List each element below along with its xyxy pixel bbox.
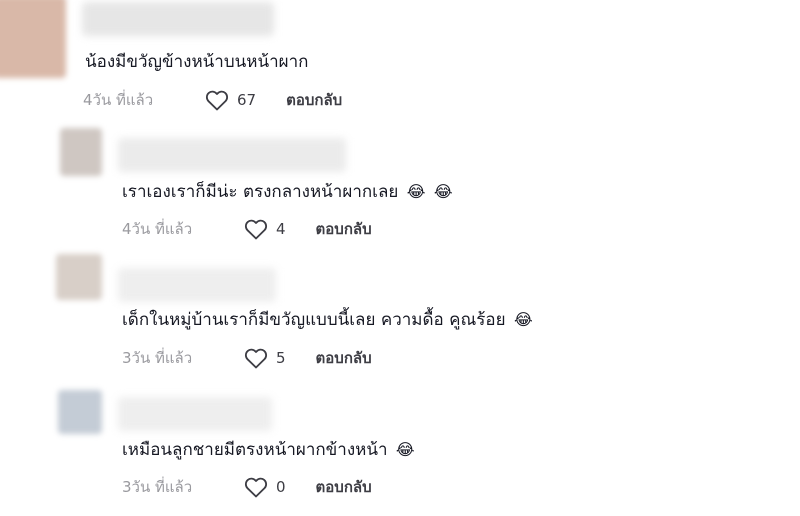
heart-outline-icon[interactable] xyxy=(244,476,268,498)
username-blurred[interactable] xyxy=(118,268,276,302)
heart-outline-icon[interactable] xyxy=(205,89,229,111)
avatar[interactable] xyxy=(0,0,66,78)
comment-time: 3วัน ที่แล้ว xyxy=(122,349,193,367)
heart-outline-icon[interactable] xyxy=(244,218,268,240)
reply-button[interactable]: ตอบกลับ xyxy=(286,88,342,112)
like-button[interactable]: 4 xyxy=(244,218,286,240)
comment-text: น้องมีขวัญข้างหน้าบนหน้าผาก xyxy=(85,51,308,73)
comment-text: เหมือนลูกชายมีตรงหน้าผากข้างหน้า 😂 xyxy=(122,439,415,461)
username-blurred[interactable] xyxy=(82,2,274,36)
comment-text-content: เด็กในหมู่บ้านเราก็มีขวัญแบบนี้เลย ความด… xyxy=(122,310,506,330)
comment-meta: 3วัน ที่แล้ว 5 ตอบกลับ xyxy=(122,346,372,370)
reply-button[interactable]: ตอบกลับ xyxy=(316,217,372,241)
face-with-tears-of-joy-icon: 😂 xyxy=(395,440,415,459)
username-blurred[interactable] xyxy=(118,397,272,431)
like-button[interactable]: 0 xyxy=(244,476,286,498)
face-with-tears-of-joy-icon: 😂 xyxy=(514,310,533,329)
username-blurred[interactable] xyxy=(118,138,346,172)
comment-text: เด็กในหมู่บ้านเราก็มีขวัญแบบนี้เลย ความด… xyxy=(122,309,533,331)
comment-meta: 4วัน ที่แล้ว 67 ตอบกลับ xyxy=(83,88,342,112)
comment-meta: 4วัน ที่แล้ว 4 ตอบกลับ xyxy=(122,217,372,241)
like-count: 5 xyxy=(276,349,286,367)
comment-text-content: เราเองเราก็มีน่ะ ตรงกลางหน้าผากเลย xyxy=(122,182,399,202)
comment-text-content: เหมือนลูกชายมีตรงหน้าผากข้างหน้า xyxy=(122,440,388,460)
comment-time: 3วัน ที่แล้ว xyxy=(122,478,193,496)
face-with-tears-of-joy-icon: 😂 xyxy=(433,182,453,201)
comment-text: เราเองเราก็มีน่ะ ตรงกลางหน้าผากเลย 😂 😂 xyxy=(122,181,453,203)
comment-time: 4วัน ที่แล้ว xyxy=(122,220,193,238)
comment-text-content: น้องมีขวัญข้างหน้าบนหน้าผาก xyxy=(85,52,309,72)
reply-button[interactable]: ตอบกลับ xyxy=(316,346,372,370)
avatar[interactable] xyxy=(58,390,102,434)
face-with-tears-of-joy-icon: 😂 xyxy=(406,182,426,201)
heart-outline-icon[interactable] xyxy=(244,347,268,369)
reply-button[interactable]: ตอบกลับ xyxy=(316,475,372,499)
avatar[interactable] xyxy=(56,254,102,300)
like-count: 0 xyxy=(276,478,286,496)
comments-screen: น้องมีขวัญข้างหน้าบนหน้าผาก 4วัน ที่แล้ว… xyxy=(0,0,800,516)
avatar[interactable] xyxy=(60,128,102,176)
comment-meta: 3วัน ที่แล้ว 0 ตอบกลับ xyxy=(122,475,372,499)
like-count: 4 xyxy=(276,220,286,238)
comment-time: 4วัน ที่แล้ว xyxy=(83,91,154,109)
like-button[interactable]: 5 xyxy=(244,347,286,369)
like-count: 67 xyxy=(237,91,257,109)
like-button[interactable]: 67 xyxy=(205,89,256,111)
